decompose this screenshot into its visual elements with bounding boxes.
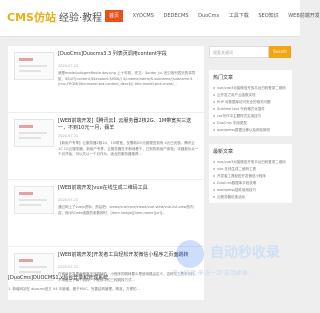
- post-list: [DuoCms]Duocms3.3 列表页调用content字段 2020-07…: [8, 46, 204, 300]
- popular-articles: 热门文章 vue/vue3对接微信开放平台扫码登录二维码 云开发之用户云函数实现…: [209, 70, 292, 136]
- search-form: 搜索关键词 Search: [209, 46, 292, 62]
- search-input[interactable]: 搜索关键词: [209, 46, 269, 58]
- latest-link[interactable]: DuoCms数据库字段说明: [213, 180, 288, 187]
- site-name: 经验·教程: [58, 13, 103, 24]
- popular-link[interactable]: 云开发之用户云函数实现: [213, 92, 288, 99]
- post-excerpt: 通过网上了vuejs资料，然后把：views/vue/core/views/vu…: [58, 205, 194, 215]
- popular-link[interactable]: Sublime text 代码格式化插件: [213, 106, 288, 113]
- post-item[interactable]: [WEB前端开发]vue在线生成二维码工具 2020-07-22 通过网上了vu…: [8, 180, 204, 247]
- latest-link[interactable]: vue/vue3对接微信开放平台扫码登录二维码: [213, 159, 288, 166]
- post-date: 2020-07-22: [58, 265, 79, 269]
- main-nav: 首页 XYDCMS DEDECMS DuoCms 工具下载 SEO知识 WEB前…: [105, 10, 320, 22]
- post-item[interactable]: [WEB前端开发]【腾讯云】云服务器2核2G、1M带宽买三送一，不到10元一月，…: [8, 113, 204, 180]
- post-date: 2020-07-22: [58, 64, 79, 68]
- nav-tools[interactable]: 工具下载: [229, 13, 249, 19]
- nav-seo[interactable]: SEO知识: [258, 13, 278, 19]
- watermark-slogan: 放上链接·来访一次·自动收录·: [172, 270, 250, 277]
- popular-link[interactable]: PHP 对数据库访问安全的相关问题: [213, 99, 288, 106]
- watermark-logo-icon: [176, 240, 204, 268]
- logo-cn: 仿站: [33, 11, 56, 24]
- nav-web[interactable]: WEB前端开发: [288, 13, 320, 19]
- popular-link[interactable]: css写作中主题样式实用技巧: [213, 113, 288, 120]
- post-title[interactable]: [DuoCms]Duocms3.3 列表页调用content字段: [58, 51, 200, 58]
- site-logo[interactable]: CMS仿站 经验·教程: [7, 9, 102, 25]
- post-date: 2020-07-22: [58, 134, 79, 138]
- nav-dedecms[interactable]: DEDECMS: [164, 13, 189, 19]
- post-thumbnail[interactable]: [14, 186, 54, 214]
- latest-link[interactable]: 开发者工具轻松开发微信小程序: [213, 173, 288, 180]
- post-item[interactable]: [DuoCms]Duocms3.3 列表页调用content字段 2020-07…: [8, 46, 204, 113]
- header: CMS仿站 经验·教程 首页 XYDCMS DEDECMS DuoCms 工具下载…: [0, 0, 320, 37]
- watermark: 自动秒收录 放上链接·来访一次·自动收录·: [172, 240, 296, 280]
- nav-xydcms[interactable]: XYDCMS: [133, 13, 154, 19]
- post-thumbnail[interactable]: [14, 52, 54, 80]
- popular-link[interactable]: wordpress数据迁移以及网站修改: [213, 127, 288, 134]
- latest-heading: 最新文章: [213, 149, 234, 155]
- search-button[interactable]: Search: [269, 46, 291, 58]
- post-date: 2020-07-22: [58, 198, 79, 202]
- watermark-brand: 自动秒收录: [210, 245, 280, 261]
- nav-home[interactable]: 首页: [105, 10, 124, 22]
- post-excerpt: 我是model/udpgrmRoute.dev.php 上十年到，先文：$ord…: [58, 71, 196, 86]
- post-excerpt: 1. 新增网站在 duocms官方 V4 中新增，基于MVC。完善结构管理，精准…: [8, 287, 140, 291]
- post-thumbnail[interactable]: [14, 119, 54, 147]
- nav-duocms[interactable]: DuoCms: [198, 13, 219, 19]
- latest-articles: 最新文章 vue/vue3对接微信开放平台扫码登录二维码 vue 在线生成二维码…: [209, 144, 292, 203]
- popular-link[interactable]: vue/vue3对接微信开放平台扫码登录二维码: [213, 85, 288, 92]
- post-title[interactable]: [WEB前端开发]vue在线生成二维码工具: [58, 185, 200, 192]
- post-title[interactable]: [WEB前端开发]【腾讯云】云服务器2核2G、1M带宽买三送一，不到10元一月，…: [58, 118, 200, 132]
- latest-link[interactable]: wordpress插件使用技巧: [213, 187, 288, 194]
- logo-en: CMS: [7, 11, 34, 24]
- popular-heading: 热门文章: [213, 75, 234, 81]
- popular-link[interactable]: DuoCms 字段类型: [213, 120, 288, 127]
- sidebar: 搜索关键词 Search 热门文章 vue/vue3对接微信开放平台扫码登录二维…: [209, 46, 292, 203]
- post-excerpt: 【新用户专享】云服务器2核2G、1M带宽，仅需新DO元都便宜到有 4元已优惠，腾…: [58, 141, 199, 156]
- latest-link[interactable]: vue 在线生成二维码工具: [213, 166, 288, 173]
- latest-link[interactable]: 云服务器优惠活动: [213, 194, 288, 201]
